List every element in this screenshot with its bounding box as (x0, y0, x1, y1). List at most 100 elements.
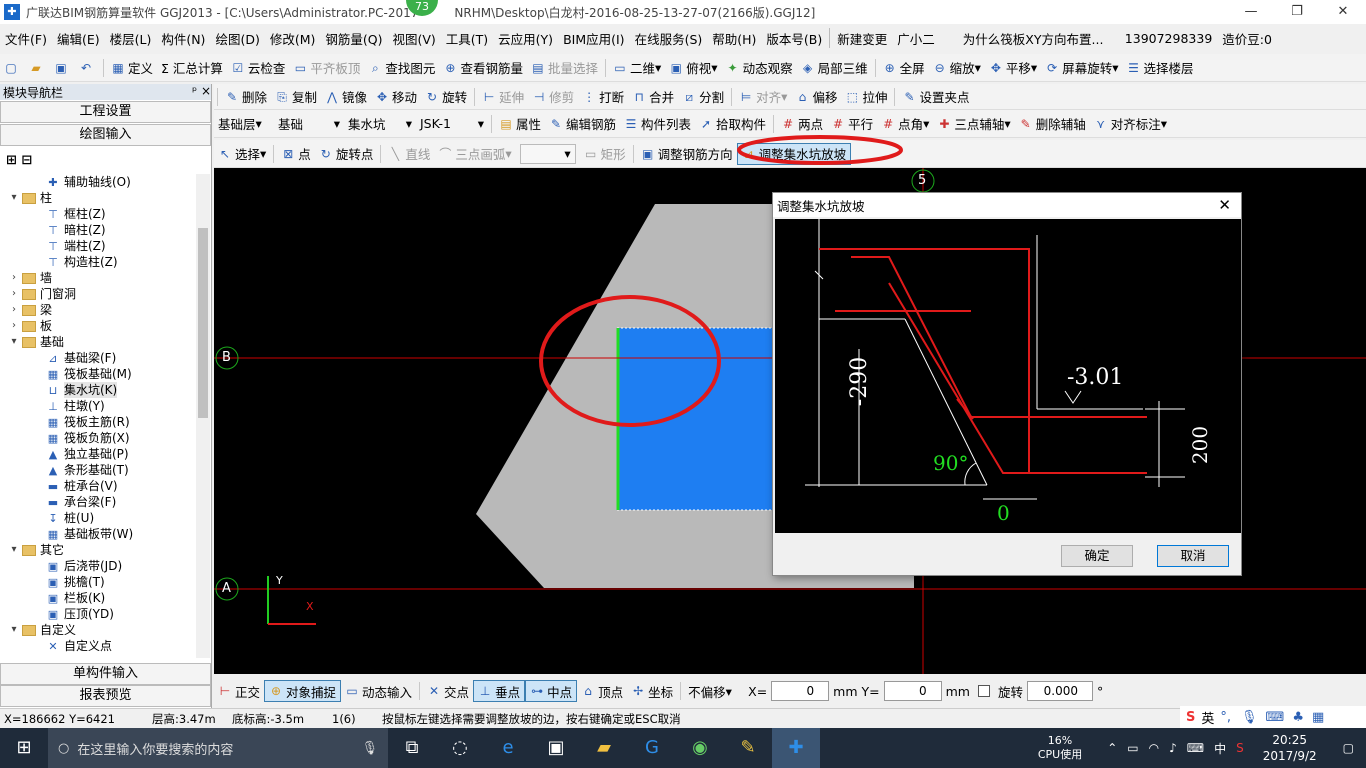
tree-item[interactable]: › 墙 (0, 270, 196, 286)
select-dropdown[interactable]: ↖ 选择 ▾ (214, 141, 270, 167)
dim-depth-label[interactable]: -290 (847, 357, 872, 406)
tree-item[interactable]: ▣ 挑檐(T) (0, 574, 196, 590)
coordinate-toggle[interactable]: ✢ 坐标 (627, 680, 677, 702)
menu-view[interactable]: 视图(V) (387, 29, 440, 48)
ok-button[interactable]: 确定 (1061, 545, 1133, 567)
tree-item[interactable]: › 板 (0, 318, 196, 334)
menu-file[interactable]: 文件(F) (0, 29, 52, 48)
menu-tools[interactable]: 工具(T) (441, 29, 493, 48)
save-button[interactable]: ▣ (50, 55, 75, 81)
rotate-button[interactable]: ↻ 旋转 (421, 84, 471, 110)
tree-item[interactable]: ✕ 自定义点 (0, 638, 196, 654)
scroll-thumb[interactable] (198, 228, 208, 418)
rotate-input[interactable]: 0.000 (1026, 681, 1093, 701)
chevron-up-icon[interactable]: ⌃ (1102, 741, 1122, 755)
point-angle-dropdown[interactable]: # 点角 ▾ (877, 111, 933, 137)
dynamic-input-toggle[interactable]: ▭ 动态输入 (341, 680, 416, 702)
menu-modify[interactable]: 修改(M) (265, 29, 321, 48)
tree-item[interactable]: ▾ 柱 (0, 190, 196, 206)
rectangle-button[interactable]: ▭ 矩形 (580, 141, 630, 167)
undo-button[interactable]: ↶ (75, 55, 100, 81)
name-select[interactable]: JSK-1 ▾ (416, 111, 488, 137)
tree-item[interactable]: ▾ 其它 (0, 542, 196, 558)
close-button[interactable]: ✕ (1320, 0, 1366, 24)
move-button[interactable]: ✥ 移动 (371, 84, 421, 110)
tree-toggle-icon[interactable]: ▾ (8, 542, 20, 558)
tab-drawing-input[interactable]: 绘图输入 (0, 124, 211, 146)
line-button[interactable]: ╲ 直线 (384, 141, 434, 167)
tree-item[interactable]: ▣ 栏板(K) (0, 590, 196, 606)
menu-cloud[interactable]: 云应用(Y) (493, 29, 558, 48)
tree-item[interactable]: ⊤ 构造柱(Z) (0, 254, 196, 270)
stretch-button[interactable]: ⬚ 拉伸 (841, 84, 891, 110)
open-file-button[interactable]: ▰ (25, 55, 50, 81)
align-dropdown[interactable]: ⊨ 对齐 ▾ (735, 84, 791, 110)
three-point-axis-dropdown[interactable]: ✚ 三点辅轴 ▾ (933, 111, 1014, 137)
top-view-dropdown[interactable]: ▣ 俯视 ▾ (665, 55, 721, 81)
toolbox-icon[interactable]: ▦ (1308, 710, 1328, 725)
tree-item[interactable]: ⊥ 柱墩(Y) (0, 398, 196, 414)
tab-single-member-input[interactable]: 单构件输入 (0, 663, 211, 685)
2d-dropdown[interactable]: ▭ 二维 ▾ (609, 55, 665, 81)
ime-mode[interactable]: 中 (1209, 740, 1231, 757)
sump-pit[interactable] (616, 327, 778, 511)
slope-angle-label[interactable]: 90° (933, 451, 968, 475)
break-button[interactable]: ⋮ 打断 (578, 84, 628, 110)
tree-item[interactable]: ▬ 桩承台(V) (0, 478, 196, 494)
local-3d-button[interactable]: ◈ 局部三维 (797, 55, 872, 81)
copy-button[interactable]: ⎘ 复制 (271, 84, 321, 110)
ime-lang[interactable]: 英 (1201, 708, 1214, 727)
microphone-icon[interactable]: 🎙 (361, 741, 378, 756)
question-link[interactable]: 为什么筏板XY方向布置... (958, 29, 1108, 48)
tree-item[interactable]: ⊤ 框柱(Z) (0, 206, 196, 222)
y-input[interactable]: 0 (883, 681, 942, 701)
menu-bim[interactable]: BIM应用(I) (558, 29, 630, 48)
two-point-button[interactable]: # 两点 (777, 111, 827, 137)
find-element-button[interactable]: ⌕ 查找图元 (364, 55, 439, 81)
tree-scrollbar[interactable] (196, 174, 210, 658)
tree-item[interactable]: › 门窗洞 (0, 286, 196, 302)
notification-icon[interactable]: ▢ (1331, 741, 1366, 755)
tree-item[interactable]: ⊿ 基础梁(F) (0, 350, 196, 366)
menu-floor[interactable]: 楼层(L) (105, 29, 157, 48)
tree-item[interactable]: ▬ 承台梁(F) (0, 494, 196, 510)
notes-icon[interactable]: ✎ (724, 728, 772, 768)
tree-item[interactable]: ▦ 筏板主筋(R) (0, 414, 196, 430)
tree-item[interactable]: ▲ 条形基础(T) (0, 462, 196, 478)
rotate-point-button[interactable]: ↻ 旋转点 (315, 141, 378, 167)
tab-project-settings[interactable]: 工程设置 (0, 101, 211, 123)
menu-draw[interactable]: 绘图(D) (210, 29, 264, 48)
align-dimension-dropdown[interactable]: ⋎ 对齐标注 ▾ (1090, 111, 1171, 137)
point-button[interactable]: ⊠ 点 (277, 141, 315, 167)
menu-edit[interactable]: 编辑(E) (52, 29, 105, 48)
tree-toggle-icon[interactable]: › (8, 286, 20, 302)
adjust-rebar-direction-button[interactable]: ▣ 调整钢筋方向 (637, 141, 737, 167)
sogou-tray-icon[interactable]: S (1231, 741, 1249, 755)
windows-start-icon[interactable]: ⊞ (0, 728, 48, 768)
menu-member[interactable]: 构件(N) (156, 29, 210, 48)
cancel-button[interactable]: 取消 (1157, 545, 1229, 567)
tree-item[interactable]: ⊔ 集水坑(K) (0, 382, 196, 398)
set-grip-button[interactable]: ✎ 设置夹点 (898, 84, 973, 110)
view-rebar-button[interactable]: ⊕ 查看钢筋量 (439, 55, 527, 81)
panel-pin-close[interactable]: ᵖ × (192, 84, 211, 100)
tree-item[interactable]: ▣ 后浇带(JD) (0, 558, 196, 574)
tree-item[interactable]: ▾ 自定义 (0, 622, 196, 638)
clock[interactable]: 20:25 2017/9/2 (1263, 732, 1317, 764)
tree-item[interactable]: ▣ 压顶(YD) (0, 606, 196, 622)
expand-collapse-icons[interactable]: ⊞ ⊟ (0, 147, 211, 173)
menu-help[interactable]: 帮助(H) (707, 29, 761, 48)
screen-rotate-dropdown[interactable]: ⟳ 屏幕旋转 ▾ (1041, 55, 1122, 81)
cpu-usage[interactable]: 16% CPU使用 (1038, 734, 1082, 762)
pick-member-button[interactable]: ➚ 拾取构件 (695, 111, 770, 137)
wifi-icon[interactable]: ◠ (1144, 741, 1164, 755)
dynamic-view-button[interactable]: ✦ 动态观察 (722, 55, 797, 81)
menu-rebar[interactable]: 钢筋量(Q) (320, 29, 387, 48)
file-explorer-icon[interactable]: ▰ (580, 728, 628, 768)
ime-punct-icon[interactable]: °, (1214, 710, 1237, 725)
define-button[interactable]: ▦ 定义 (107, 55, 157, 81)
arc-button[interactable]: ⌒ 三点画弧 ▾ (434, 141, 515, 167)
new-file-button[interactable]: ▢ (0, 55, 25, 81)
arc-mode-select[interactable]: ▾ (519, 143, 576, 164)
fullscreen-button[interactable]: ⊕ 全屏 (879, 55, 929, 81)
